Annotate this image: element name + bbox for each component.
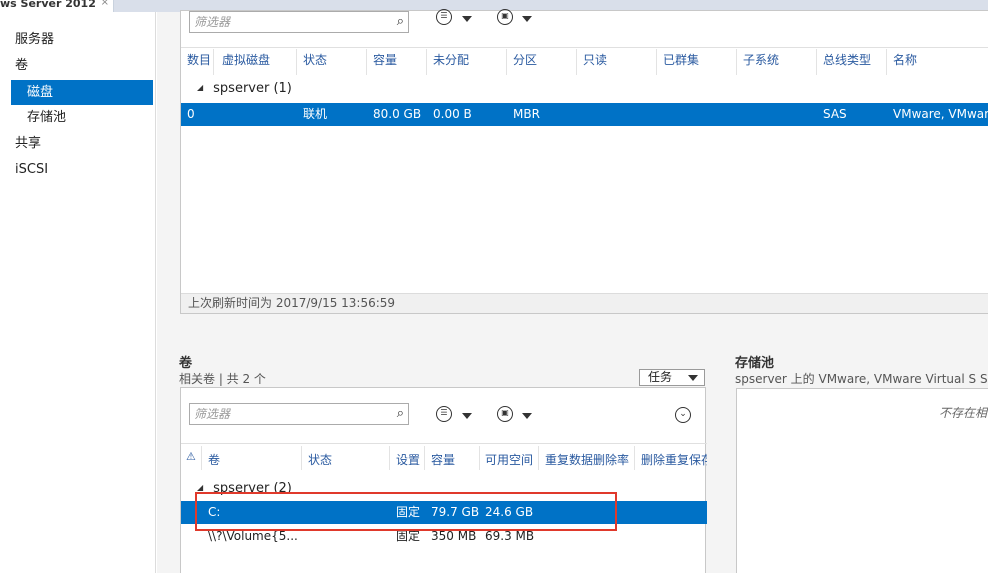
cell-number: 0 [187,107,195,121]
list-options-icon[interactable]: ☰ [436,406,452,422]
sidebar-item-iscsi[interactable]: iSCSI [15,160,48,180]
col-capacity[interactable]: 容量 [373,51,397,68]
col-unallocated[interactable]: 未分配 [433,51,469,68]
col-status[interactable]: 状态 [303,51,327,68]
col-bus-type[interactable]: 总线类型 [823,51,871,68]
disks-filter-input[interactable]: 筛选器 ⌕ [189,11,409,33]
toolbar-divider [181,443,707,444]
col-name[interactable]: 名称 [893,51,917,68]
col-status[interactable]: 状态 [308,451,332,468]
col-virtual-disk[interactable]: 虚拟磁盘 [222,51,270,68]
search-icon[interactable]: ⌕ [397,12,404,32]
cell-unallocated: 0.00 B [433,107,472,121]
col-subsystem[interactable]: 子系统 [743,51,779,68]
filter-placeholder: 筛选器 [194,407,231,421]
disks-panel: 筛选器 ⌕ ☰ ▣ 数目 虚拟磁盘 状态 容量 未分配 分区 只读 已群集 子系… [180,9,988,314]
cell-name: VMware, VMware [893,107,988,121]
col-volume[interactable]: 卷 [208,451,220,468]
expand-collapse-icon[interactable]: ⌄ [675,407,691,423]
sidebar-item-servers[interactable]: 服务器 [15,30,54,50]
window-title: ws Server 2012 [0,0,96,10]
search-icon[interactable]: ⌕ [397,404,404,424]
cell-bus-type: SAS [823,107,847,121]
col-dedup-rate[interactable]: 重复数据删除率 [545,451,629,468]
volumes-tasks-button[interactable]: 任务 [639,369,705,386]
disks-group-label: spserver (1) [213,81,292,96]
chevron-down-icon [688,375,698,381]
filter-placeholder: 筛选器 [194,15,231,29]
warning-icon[interactable]: ⚠ [186,450,196,463]
sidebar: 服务器 卷 磁盘 存储池 共享 iSCSI [0,12,156,573]
save-query-icon[interactable]: ▣ [497,406,513,422]
save-query-icon[interactable]: ▣ [497,9,513,25]
toolbar-divider [181,47,988,48]
col-capacity[interactable]: 容量 [431,451,455,468]
volumes-subtitle: 相关卷 | 共 2 个 [179,372,266,386]
sidebar-item-disks[interactable]: 磁盘 [11,80,153,105]
col-partition[interactable]: 分区 [513,51,537,68]
collapse-triangle-icon[interactable]: ◢ [197,83,203,92]
col-provisioning[interactable]: 设置 [396,451,420,468]
sidebar-item-shares[interactable]: 共享 [15,134,41,154]
collapse-triangle-icon[interactable]: ◢ [197,483,203,492]
col-clustered[interactable]: 已群集 [663,51,699,68]
volumes-title: 卷 [179,356,193,371]
sidebar-item-storage-pools[interactable]: 存储池 [27,108,66,128]
save-query-caret-icon[interactable] [522,16,532,22]
cell-partition: MBR [513,107,540,121]
storage-pool-subtitle: spserver 上的 VMware, VMware Virtual S SCS… [735,372,988,386]
list-options-caret-icon[interactable] [462,16,472,22]
list-options-caret-icon[interactable] [462,413,472,419]
save-query-caret-icon[interactable] [522,413,532,419]
highlight-box [195,492,617,531]
main-content: 筛选器 ⌕ ☰ ▣ 数目 虚拟磁盘 状态 容量 未分配 分区 只读 已群集 子系… [157,9,988,573]
window-title-tab[interactable]: ws Server 2012 × [0,0,114,12]
cell-status: 联机 [303,107,328,121]
list-options-icon[interactable]: ☰ [436,9,452,25]
disks-group-header[interactable]: ◢ spserver (1) [197,81,292,96]
sidebar-item-volumes[interactable]: 卷 [15,56,28,76]
last-refresh-status: 上次刷新时间为 2017/9/15 13:56:59 [181,293,988,313]
volumes-filter-input[interactable]: 筛选器 ⌕ [189,403,409,425]
col-number[interactable]: 数目 [187,51,211,68]
col-readonly[interactable]: 只读 [583,51,607,68]
col-dedup-savings[interactable]: 删除重复保存 [641,451,707,468]
col-free-space[interactable]: 可用空间 [485,451,533,468]
volumes-panel: 筛选器 ⌕ ☰ ▣ ⌄ ⚠ 卷 状态 设置 容量 可用空间 重复数据删除率 删除… [180,387,707,573]
storage-pool-empty-text: 不存在相 [939,406,988,420]
cell-capacity: 80.0 GB [373,107,422,121]
tasks-label: 任务 [648,370,673,384]
table-row[interactable]: 0 联机 80.0 GB 0.00 B MBR SAS VMware, VMwa… [181,103,988,126]
storage-pool-title: 存储池 [735,356,775,371]
close-icon[interactable]: × [101,0,109,8]
storage-pool-panel: 不存在相 [736,388,988,573]
